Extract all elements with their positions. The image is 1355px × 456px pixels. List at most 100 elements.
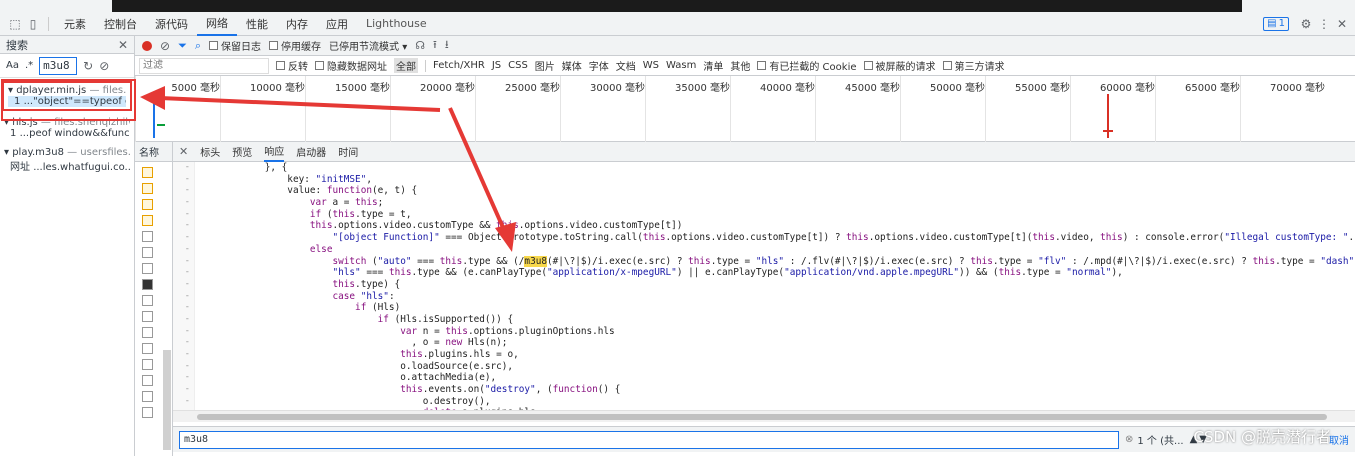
tab-elements[interactable]: 元素	[55, 12, 95, 36]
code-line[interactable]: if (Hls.isSupported()) {	[197, 314, 1347, 326]
find-input[interactable]: m3u8	[179, 430, 1119, 449]
settings-gear-icon[interactable]: ⚙	[1297, 15, 1315, 33]
request-row-icon[interactable]	[142, 359, 153, 370]
search-input[interactable]: m3u8	[39, 56, 78, 75]
filter-type-wasm[interactable]: Wasm	[666, 60, 696, 71]
find-clear-icon[interactable]: ⊗	[1125, 434, 1133, 445]
throttling-select[interactable]: 已停用节流模式 ▾	[329, 38, 407, 53]
disable-cache-checkbox[interactable]: 停用缓存	[269, 38, 321, 53]
clear-icon[interactable]: ⊘	[99, 59, 109, 73]
code-line[interactable]: this.events.on("destroy", (function() {	[197, 384, 1347, 396]
request-row-icon[interactable]	[142, 407, 153, 418]
request-row-icon[interactable]	[142, 215, 153, 226]
tab-performance[interactable]: 性能	[237, 12, 277, 36]
result-file-row[interactable]: ▾ dplayer.min.js — files.she...	[8, 85, 126, 96]
tab-application[interactable]: 应用	[317, 12, 357, 36]
close-detail-icon[interactable]: ✕	[179, 145, 188, 158]
filter-type-doc[interactable]: 文档	[616, 58, 636, 73]
search-result-hls[interactable]: ▾ hls.js — files.shenqizhilv.c... 1 ...p…	[0, 115, 134, 141]
filter-type-css[interactable]: CSS	[508, 60, 528, 71]
issues-badge[interactable]: ▤ 1	[1263, 16, 1289, 31]
filter-type-manifest[interactable]: 清单	[703, 58, 723, 73]
filter-input[interactable]	[139, 57, 269, 74]
code-horizontal-scrollbar[interactable]	[173, 410, 1355, 422]
code-lines[interactable]: }, { key: "initMSE", value: function(e, …	[197, 162, 1355, 410]
tab-sources[interactable]: 源代码	[146, 12, 197, 36]
export-har-icon[interactable]: ⭳	[445, 36, 449, 55]
network-overview-timeline[interactable]: 5000 毫秒 10000 毫秒 15000 毫秒 20000 毫秒 25000…	[135, 76, 1355, 142]
request-row-icon[interactable]	[142, 199, 153, 210]
code-line[interactable]: "[object Function]" === Object.prototype…	[197, 232, 1355, 244]
record-icon[interactable]	[142, 40, 152, 51]
request-row-icon[interactable]	[142, 343, 153, 354]
close-devtools-icon[interactable]: ✕	[1333, 15, 1351, 33]
checkbox-box[interactable]	[269, 41, 279, 50]
code-line[interactable]: , o = new Hls(n);	[197, 337, 1347, 349]
filter-type-other[interactable]: 其他	[730, 58, 750, 73]
tab-headers[interactable]: 标头	[200, 142, 220, 162]
code-line[interactable]: var a = this;	[197, 197, 1347, 209]
checkbox-box[interactable]	[276, 61, 285, 70]
tab-memory[interactable]: 内存	[277, 12, 317, 36]
code-line[interactable]: var n = this.options.pluginOptions.hls	[197, 326, 1347, 338]
result-line[interactable]: 1 ...peof window&&func...	[4, 128, 130, 139]
blocked-requests-checkbox[interactable]: 被屏蔽的请求	[863, 58, 936, 73]
code-line[interactable]: o.destroy(),	[197, 396, 1347, 408]
filter-type-all[interactable]: 全部	[394, 58, 418, 73]
filter-icon[interactable]: ⏷	[178, 39, 187, 53]
filter-type-js[interactable]: JS	[492, 60, 501, 71]
result-file-row[interactable]: ▾ play.m3u8 — usersfiles.w...	[4, 147, 130, 158]
invert-checkbox[interactable]: 反转	[276, 58, 308, 73]
hide-data-urls-checkbox[interactable]: 隐藏数据网址	[315, 58, 387, 73]
request-row-icon[interactable]	[142, 247, 153, 258]
search-result-playlist[interactable]: ▾ play.m3u8 — usersfiles.w... 网址 ...les.…	[0, 145, 134, 175]
regex-toggle[interactable]: .*	[25, 60, 33, 71]
tab-initiator[interactable]: 启动器	[296, 142, 326, 162]
tab-timing[interactable]: 时间	[338, 142, 358, 162]
code-line[interactable]: "hls" === this.type && (e.canPlayType("a…	[197, 267, 1347, 279]
code-line[interactable]: else	[197, 244, 1347, 256]
result-line[interactable]: 网址 ...les.whatfugui.co...	[4, 158, 130, 173]
close-search-icon[interactable]: ✕	[118, 38, 128, 52]
filter-type-fetch-xhr[interactable]: Fetch/XHR	[433, 60, 485, 71]
request-row-icon[interactable]	[142, 183, 153, 194]
import-har-icon[interactable]: ⭱	[433, 36, 437, 55]
checkbox-box[interactable]	[757, 61, 767, 70]
result-file-row[interactable]: ▾ hls.js — files.shenqizhilv.c...	[4, 117, 130, 128]
network-conditions-icon[interactable]: ☊	[415, 39, 425, 52]
code-line[interactable]: }, {	[197, 162, 1347, 174]
code-line[interactable]: o.attachMedia(e),	[197, 372, 1347, 384]
request-row-icon[interactable]	[142, 327, 153, 338]
find-cancel-button[interactable]: 取消	[1329, 432, 1349, 447]
code-line[interactable]: value: function(e, t) {	[197, 185, 1347, 197]
checkbox-box[interactable]	[863, 61, 873, 70]
checkbox-box[interactable]	[315, 61, 324, 70]
preserve-log-checkbox[interactable]: 保留日志	[209, 38, 261, 53]
checkbox-box[interactable]	[209, 41, 219, 50]
code-line[interactable]: switch ("auto" === this.type && (/m3u8(#…	[197, 255, 1354, 268]
code-line[interactable]: o.loadSource(e.src),	[197, 361, 1347, 373]
match-case-toggle[interactable]: Aa	[6, 60, 19, 71]
clear-log-icon[interactable]: ⊘	[160, 39, 170, 53]
inspect-element-icon[interactable]: ⬚	[6, 15, 24, 33]
filter-type-font[interactable]: 字体	[589, 58, 609, 73]
filter-type-media[interactable]: 媒体	[562, 58, 582, 73]
filter-type-ws[interactable]: WS	[643, 60, 659, 71]
request-row-icon[interactable]	[142, 263, 153, 274]
request-row-icon[interactable]	[142, 375, 153, 386]
filter-type-img[interactable]: 图片	[535, 58, 555, 73]
more-options-icon[interactable]: ⋮	[1315, 15, 1333, 33]
device-toolbar-icon[interactable]: ▯	[24, 15, 42, 33]
code-line[interactable]: if (this.type = t,	[197, 209, 1347, 221]
code-line[interactable]: this.plugins.hls = o,	[197, 349, 1347, 361]
code-line[interactable]: this.options.video.customType && this.op…	[197, 220, 1347, 232]
request-list-scrollbar[interactable]	[163, 350, 171, 450]
request-row-icon[interactable]	[142, 231, 153, 242]
request-row-icon[interactable]	[142, 295, 153, 306]
scrollbar-thumb[interactable]	[197, 414, 1327, 420]
response-code-viewer[interactable]: ---------------------- }, { key: "initMS…	[173, 162, 1355, 410]
checkbox-box[interactable]	[942, 61, 952, 70]
result-line[interactable]: 1 ..."object"==typeof ex...	[8, 96, 126, 107]
request-row-icon[interactable]	[142, 279, 153, 290]
search-icon[interactable]: ⌕	[195, 39, 201, 53]
